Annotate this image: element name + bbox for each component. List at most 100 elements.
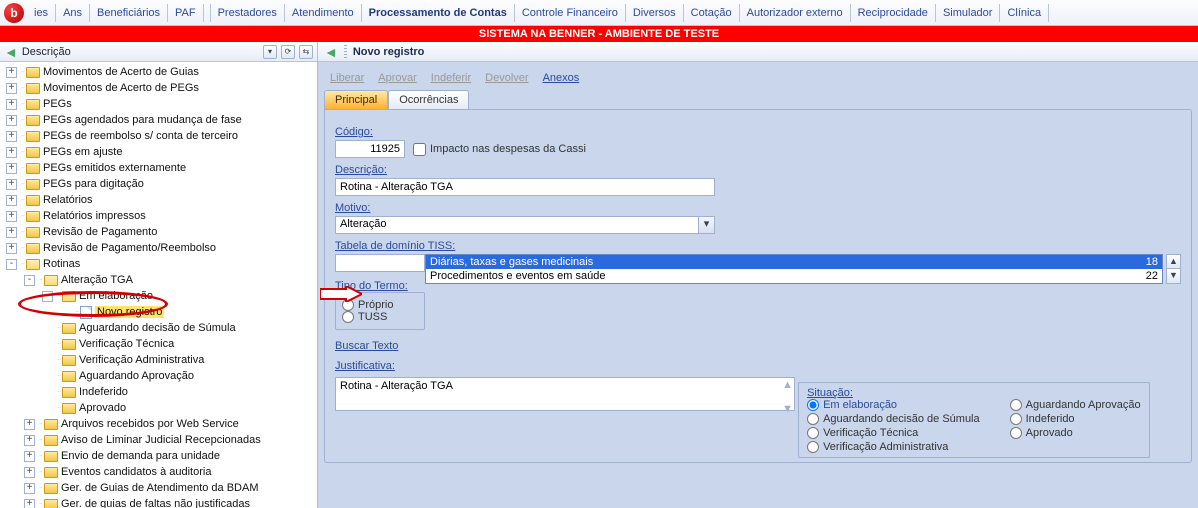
tree-row[interactable]: ···Aprovado — [2, 400, 317, 416]
tree-expander[interactable]: + — [24, 483, 35, 494]
tree-expander[interactable]: - — [24, 275, 35, 286]
checkbox-impacto[interactable]: Impacto nas despesas da Cassi — [413, 143, 586, 156]
menu-item[interactable]: ies — [30, 5, 52, 21]
tree-row[interactable]: +···Ger. de Guias de Atendimento da BDAM — [2, 480, 317, 496]
tree-row[interactable]: +···Relatórios — [2, 192, 317, 208]
nav-tree[interactable]: +···Movimentos de Acerto de Guias+···Mov… — [0, 62, 317, 508]
tree-expander[interactable]: + — [24, 451, 35, 462]
tree-row[interactable]: ···Aguardando Aprovação — [2, 368, 317, 384]
tiss-up-button[interactable]: ▲ — [1166, 254, 1181, 269]
panel-tool-refresh[interactable]: ⟳ — [281, 45, 295, 59]
tree-expander[interactable]: + — [6, 227, 17, 238]
radio-verif-admin[interactable]: Verificação Administrativa — [807, 441, 980, 453]
tree-connector: ··· — [39, 453, 42, 459]
tree-row[interactable]: +···Aviso de Liminar Judicial Recepciona… — [2, 432, 317, 448]
dropdown-option[interactable]: Diárias, taxas e gases medicinais 18 — [426, 255, 1162, 269]
tree-row[interactable]: ···Novo registro — [2, 304, 317, 320]
tree-connector: ··· — [21, 229, 24, 235]
textarea-up-icon[interactable]: ▲ — [782, 379, 793, 391]
radio-aprovado[interactable]: Aprovado — [1010, 427, 1141, 439]
radio-verif-tecnica[interactable]: Verificação Técnica — [807, 427, 980, 439]
tree-row[interactable]: +···PEGs de reembolso s/ conta de tercei… — [2, 128, 317, 144]
combo-motivo[interactable]: Alteração ▾ — [335, 216, 715, 234]
menu-item[interactable]: Simulador — [939, 5, 997, 21]
link-buscar-texto[interactable]: Buscar Texto — [335, 340, 398, 352]
tree-row[interactable]: ···Verificação Administrativa — [2, 352, 317, 368]
textarea-down-icon[interactable]: ▼ — [782, 403, 793, 415]
menu-item[interactable]: Prestadores — [214, 5, 281, 21]
action-anexos[interactable]: Anexos — [543, 72, 580, 84]
tree-expander[interactable]: + — [6, 67, 17, 78]
panel-tool-dropdown[interactable]: ▾ — [263, 45, 277, 59]
nav-back-icon[interactable]: ◄ — [4, 45, 18, 59]
tree-expander[interactable]: + — [24, 419, 35, 430]
tree-row[interactable]: ···Aguardando decisão de Súmula — [2, 320, 317, 336]
tree-row[interactable]: +···Movimentos de Acerto de Guias — [2, 64, 317, 80]
radio-tuss[interactable]: TUSS — [342, 311, 418, 323]
radio-indeferido[interactable]: Indeferido — [1010, 413, 1141, 425]
textarea-justificativa[interactable] — [335, 377, 795, 411]
tree-expander[interactable]: + — [6, 131, 17, 142]
label-codigo: Código: — [335, 126, 373, 138]
menu-item[interactable]: Cotação — [687, 5, 736, 21]
menu-item[interactable]: Autorizador externo — [743, 5, 847, 21]
tree-expander[interactable]: + — [6, 195, 17, 206]
input-codigo[interactable] — [335, 140, 405, 158]
radio-aguardando-aprov[interactable]: Aguardando Aprovação — [1010, 399, 1141, 411]
form-back-icon[interactable]: ◄ — [324, 44, 338, 60]
tree-expander[interactable]: + — [6, 163, 17, 174]
radio-em-elaboracao[interactable]: Em elaboração — [807, 399, 980, 411]
tree-expander[interactable]: + — [24, 499, 35, 508]
tree-row[interactable]: +···Ger. de guias de faltas não justific… — [2, 496, 317, 508]
menu-item[interactable]: Beneficiários — [93, 5, 164, 21]
tree-row[interactable]: ···Indeferido — [2, 384, 317, 400]
tree-row[interactable]: -···Rotinas — [2, 256, 317, 272]
dropdown-tiss[interactable]: Diárias, taxas e gases medicinais 18 Pro… — [425, 254, 1163, 284]
tree-expander[interactable]: - — [42, 291, 53, 302]
tree-expander[interactable]: + — [6, 211, 17, 222]
menu-item[interactable]: Atendimento — [288, 5, 358, 21]
tree-row[interactable]: +···Envio de demanda para unidade — [2, 448, 317, 464]
checkbox-impacto-box[interactable] — [413, 143, 426, 156]
tree-row[interactable]: +···PEGs — [2, 96, 317, 112]
tree-expander[interactable]: + — [6, 147, 17, 158]
menu-item-active[interactable]: Processamento de Contas — [365, 5, 511, 21]
form-panel: ◄ Novo registro Liberar Aprovar Indeferi… — [318, 42, 1198, 508]
panel-tool-collapse[interactable]: ⇆ — [299, 45, 313, 59]
dropdown-option[interactable]: Procedimentos e eventos em saúde 22 — [426, 269, 1162, 283]
tree-row[interactable]: +···PEGs agendados para mudança de fase — [2, 112, 317, 128]
tree-row[interactable]: +···PEGs em ajuste — [2, 144, 317, 160]
tree-expander[interactable]: + — [24, 435, 35, 446]
combo-motivo-button[interactable]: ▾ — [698, 217, 714, 233]
menu-item[interactable]: PAF — [171, 5, 200, 21]
menu-item[interactable]: Ans — [59, 5, 86, 21]
tree-row[interactable]: +···PEGs emitidos externamente — [2, 160, 317, 176]
menu-item[interactable]: Diversos — [629, 5, 680, 21]
tree-expander[interactable]: + — [6, 115, 17, 126]
tree-expander[interactable]: + — [6, 99, 17, 110]
tab-principal[interactable]: Principal — [324, 90, 388, 109]
menu-item[interactable]: Clínica — [1003, 5, 1045, 21]
tree-row[interactable]: +···Revisão de Pagamento — [2, 224, 317, 240]
tree-row[interactable]: +···Relatórios impressos — [2, 208, 317, 224]
tab-ocorrencias[interactable]: Ocorrências — [388, 90, 469, 109]
tree-row[interactable]: +···Movimentos de Acerto de PEGs — [2, 80, 317, 96]
tree-row[interactable]: -···Em elaboração — [2, 288, 317, 304]
tree-row[interactable]: +···Revisão de Pagamento/Reembolso — [2, 240, 317, 256]
menu-item[interactable]: Controle Financeiro — [518, 5, 622, 21]
tree-row[interactable]: -···Alteração TGA — [2, 272, 317, 288]
input-descricao[interactable] — [335, 178, 715, 196]
tree-expander[interactable]: + — [24, 467, 35, 478]
tree-expander[interactable]: + — [6, 83, 17, 94]
tree-expander[interactable]: + — [6, 243, 17, 254]
tree-expander[interactable]: - — [6, 259, 17, 270]
tree-row[interactable]: +···PEGs para digitação — [2, 176, 317, 192]
tree-row[interactable]: +···Arquivos recebidos por Web Service — [2, 416, 317, 432]
input-tiss-code[interactable] — [335, 254, 425, 272]
radio-aguardando-sumula[interactable]: Aguardando decisão de Súmula — [807, 413, 980, 425]
tree-expander[interactable]: + — [6, 179, 17, 190]
menu-item[interactable]: Reciprocidade — [854, 5, 932, 21]
tree-row[interactable]: +···Eventos candidatos à auditoria — [2, 464, 317, 480]
tree-row[interactable]: ···Verificação Técnica — [2, 336, 317, 352]
app-logo: b — [4, 3, 24, 23]
